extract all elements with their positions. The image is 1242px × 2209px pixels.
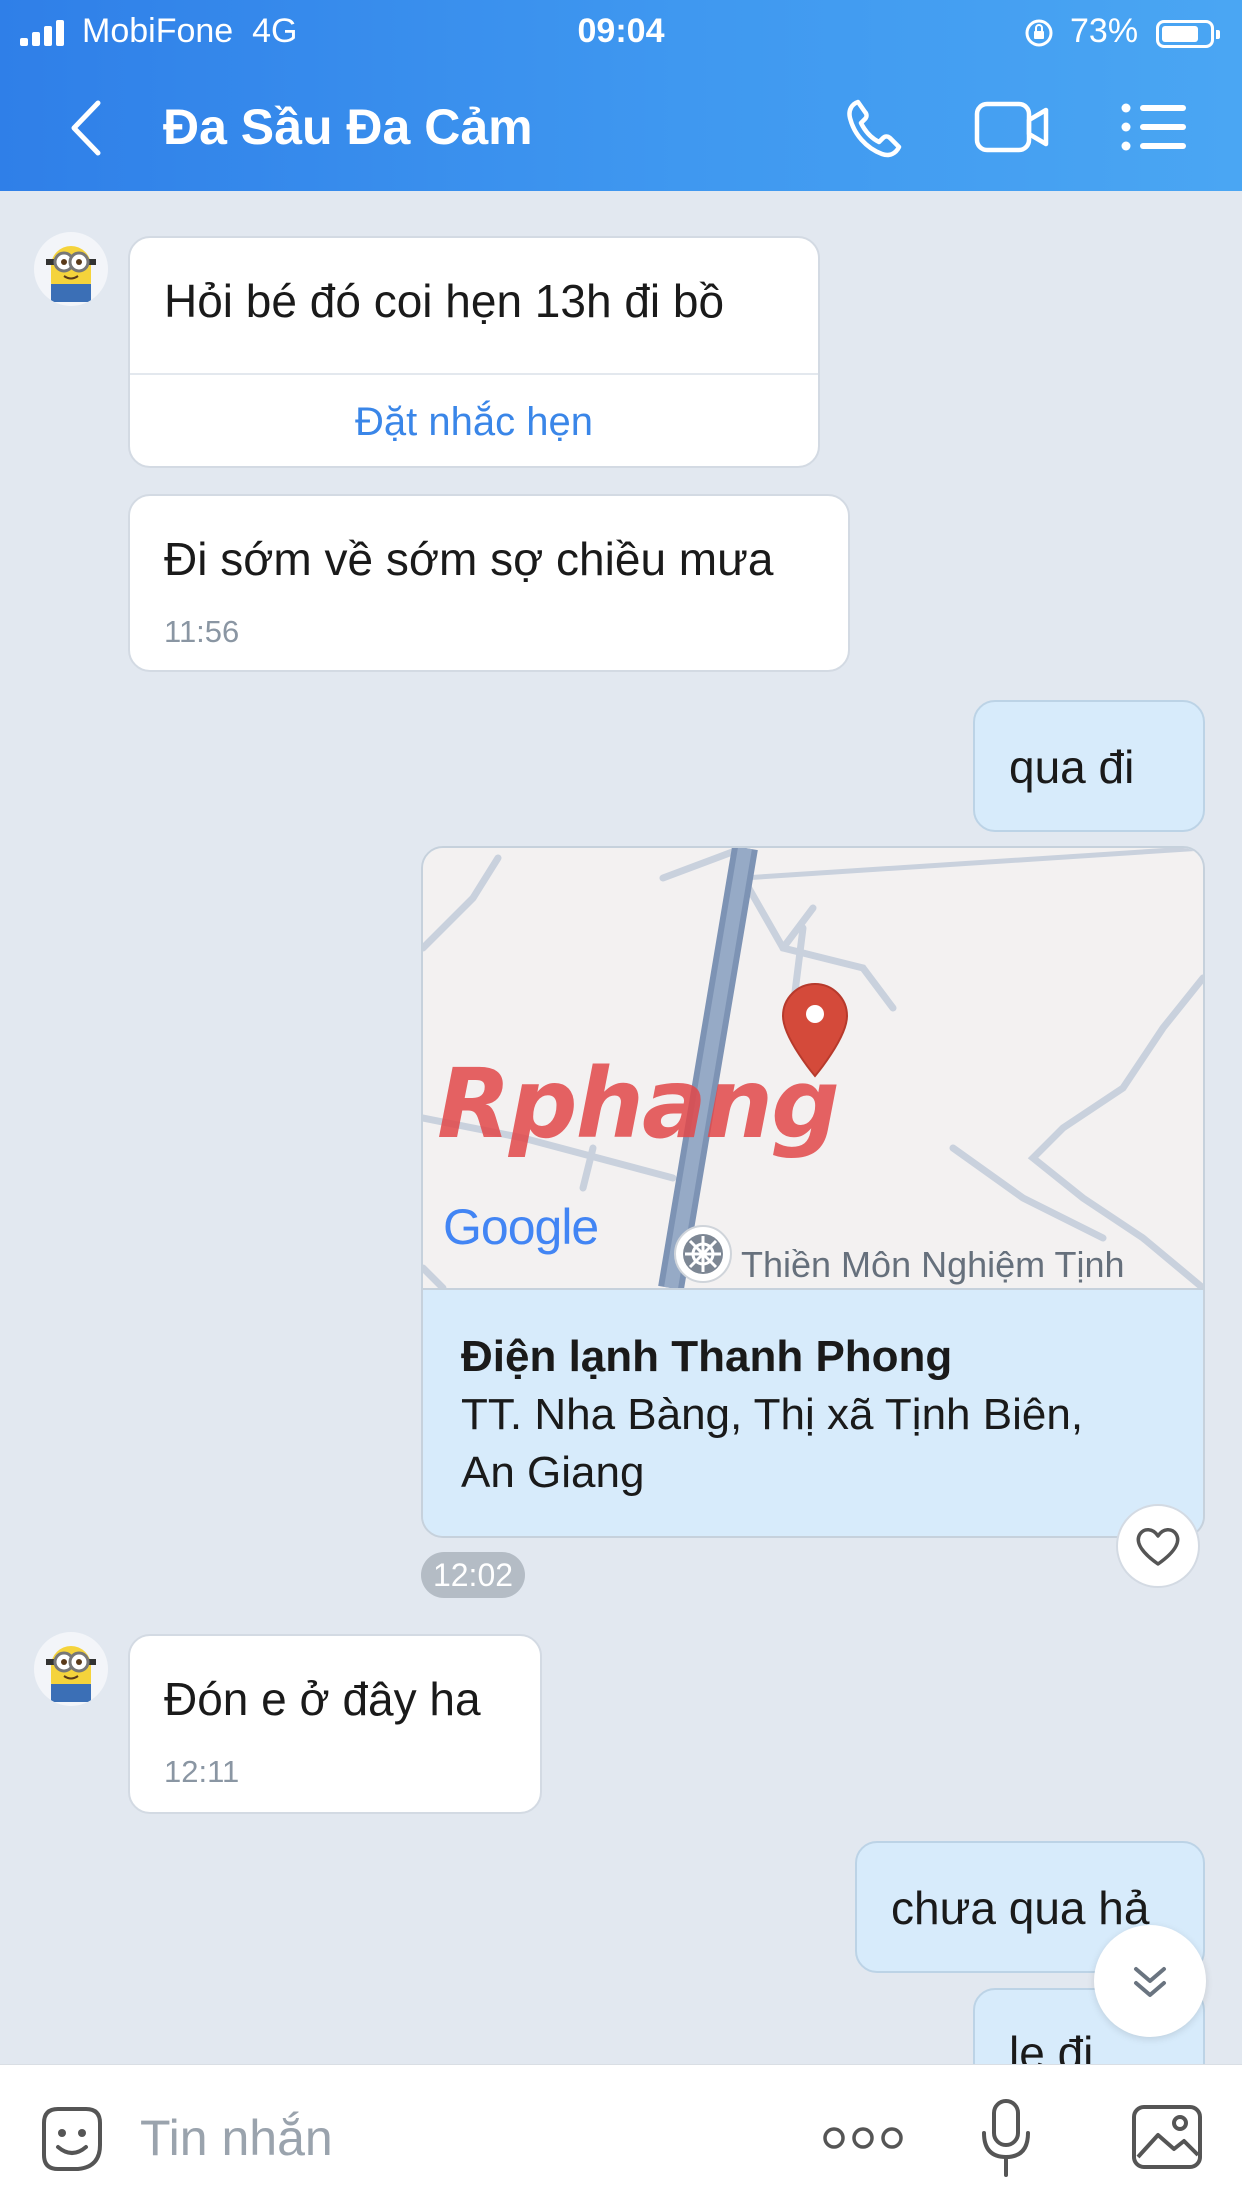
message-time: 12:11: [164, 1754, 240, 1789]
location-card[interactable]: Rphang Google Thiền Môn Nghiệm Tịnh Điện…: [421, 846, 1205, 1538]
message-bubble[interactable]: Đi sớm về sớm sợ chiều mưa 11:56: [128, 494, 850, 672]
react-button[interactable]: [1116, 1504, 1200, 1588]
minion-avatar-icon: [46, 1646, 96, 1702]
status-bar: MobiFone 4G 09:04 73%: [0, 8, 1242, 58]
more-options-icon[interactable]: [820, 2115, 906, 2161]
message-input[interactable]: [140, 2107, 740, 2169]
message-time-badge: 12:02: [421, 1552, 525, 1598]
composer-bar: [0, 2064, 1242, 2209]
message-text: Hỏi bé đó coi hẹn 13h đi bồ: [164, 275, 725, 327]
battery-icon: [1156, 20, 1220, 48]
map-preview[interactable]: Rphang Google Thiền Môn Nghiệm Tịnh: [423, 848, 1203, 1288]
microphone-icon[interactable]: [976, 2095, 1036, 2181]
menu-icon[interactable]: [1112, 92, 1192, 162]
image-gallery-icon[interactable]: [1128, 2099, 1206, 2175]
message-text: qua đi: [1009, 741, 1135, 793]
scroll-to-bottom-button[interactable]: [1094, 1925, 1206, 2037]
video-call-icon[interactable]: [972, 92, 1052, 162]
message-text: Đón e ở đây ha: [164, 1673, 481, 1725]
google-logo: Google: [443, 1199, 599, 1255]
location-address-line2: An Giang: [461, 1448, 645, 1497]
message-bubble[interactable]: Hỏi bé đó coi hẹn 13h đi bồ Đặt nhắc hẹn: [128, 236, 820, 468]
double-chevron-down-icon: [1134, 1967, 1166, 1997]
heart-icon: [1136, 1528, 1180, 1566]
avatar[interactable]: [34, 232, 108, 306]
location-name: Điện lạnh Thanh Phong: [461, 1332, 953, 1381]
map-place-label: Thiền Môn Nghiệm Tịnh: [741, 1244, 1125, 1285]
back-icon[interactable]: [62, 95, 112, 161]
rotation-lock-icon: [1025, 19, 1053, 47]
message-text: Đi sớm về sớm sợ chiều mưa: [164, 533, 774, 585]
minion-avatar-icon: [46, 246, 96, 302]
phone-icon[interactable]: [836, 92, 916, 162]
chat-header: MobiFone 4G 09:04 73% Đa Sầu Đa Cảm: [0, 0, 1242, 191]
message-bubble-outgoing[interactable]: qua đi: [973, 700, 1205, 832]
location-info: Điện lạnh Thanh Phong TT. Nha Bàng, Thị …: [423, 1288, 1203, 1536]
message-bubble[interactable]: Đón e ở đây ha 12:11: [128, 1634, 542, 1814]
chat-title: Đa Sầu Đa Cảm: [163, 99, 533, 155]
avatar[interactable]: [34, 1632, 108, 1706]
bubble-divider: [130, 373, 818, 375]
battery-percent: 73%: [1070, 12, 1139, 50]
sticker-icon[interactable]: [34, 2101, 110, 2177]
watermark-logo: Rphang: [437, 1048, 840, 1160]
temple-place-icon: [674, 1225, 732, 1283]
set-reminder-link[interactable]: Đặt nhắc hẹn: [130, 400, 818, 445]
message-time: 11:56: [164, 614, 240, 649]
location-address-line1: TT. Nha Bàng, Thị xã Tịnh Biên,: [461, 1390, 1084, 1439]
status-time: 09:04: [577, 12, 665, 50]
